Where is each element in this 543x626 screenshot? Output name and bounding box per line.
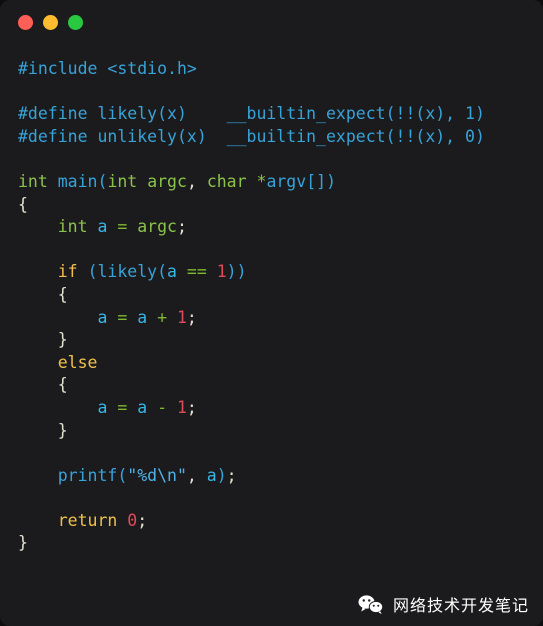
code-editor-area[interactable]: #include <stdio.h> #define likely(x) __b… [0, 44, 543, 555]
code-punct-brackets-argv: [] [306, 171, 327, 191]
code-punct-open-brace-if: { [57, 284, 68, 304]
code-op-minus: - [157, 397, 168, 417]
code-punct-semicolon-add: ; [186, 307, 197, 327]
code-token-fn-main: main [57, 171, 98, 191]
code-token-macro-call-likely: likely [97, 262, 158, 282]
code-token-var-a-rhs-add: a [137, 307, 148, 327]
code-token-type-int-argc: int [107, 171, 138, 191]
code-token-var-a-cond: a [167, 262, 177, 282]
code-punct-close-brace-main: } [18, 533, 28, 553]
code-num-zero-return: 0 [127, 510, 138, 530]
code-op-assign-add: = [117, 307, 128, 327]
code-op-plus: + [157, 307, 168, 327]
code-token-type-char: char [206, 171, 247, 191]
code-punct-open-paren-main: ( [97, 171, 108, 191]
code-token-var-a-lhs-sub: a [97, 397, 108, 417]
code-punct-close-brace-else: } [57, 420, 68, 440]
code-punct-close-paren-if: ) [236, 262, 247, 282]
code-token-param-argv: argv [266, 171, 307, 191]
code-keyword-else: else [57, 352, 98, 372]
code-token-macro-unlikely: unlikely(x) [97, 126, 207, 146]
code-token-include-directive: #include [18, 59, 98, 78]
code-token-include-header: <stdio.h> [107, 59, 197, 78]
code-token-macro-body-likely: __builtin_expect(!!(x), 1) [226, 104, 485, 124]
code-token-var-a-rhs-sub: a [137, 397, 148, 417]
code-punct-open-paren-likely: ( [157, 262, 168, 282]
minimize-button[interactable] [43, 14, 58, 30]
code-keyword-return: return [57, 510, 118, 530]
code-token-var-a-printf: a [206, 465, 217, 485]
code-token-var-a-lhs-add: a [97, 307, 108, 327]
code-punct-open-brace-else: { [57, 375, 68, 395]
close-button[interactable] [18, 14, 33, 30]
code-string-format: "%d\n" [127, 465, 187, 485]
code-window: #include <stdio.h> #define likely(x) __b… [0, 0, 543, 626]
code-op-assign-decl: = [117, 217, 128, 237]
code-punct-close-paren-main: ) [326, 171, 336, 191]
code-token-type-int-main: int [18, 171, 48, 191]
code-punct-open-paren-printf: ( [117, 465, 128, 485]
code-num-one-cond: 1 [216, 262, 227, 282]
source-code-block[interactable]: #include <stdio.h> #define likely(x) __b… [18, 58, 543, 555]
code-op-equality: == [186, 262, 207, 282]
window-titlebar [0, 0, 543, 44]
code-punct-semicolon-decl: ; [177, 217, 187, 237]
code-num-one-add: 1 [176, 307, 187, 327]
code-token-var-a-decl: a [97, 217, 108, 237]
code-punct-comma-params: , [186, 171, 197, 191]
code-token-type-int-a: int [57, 217, 88, 237]
code-punct-close-brace-if: } [57, 330, 68, 350]
watermark: 网络技术开发笔记 [358, 592, 529, 616]
code-punct-open-paren-if: ( [87, 262, 98, 282]
code-punct-open-brace-main: { [18, 194, 28, 214]
code-punct-semicolon-printf: ; [226, 465, 237, 485]
code-token-define-directive-2: #define [18, 126, 88, 146]
code-token-macro-likely: likely(x) [97, 104, 187, 124]
code-punct-semicolon-return: ; [137, 510, 148, 530]
maximize-button[interactable] [68, 14, 83, 30]
code-punct-star-argv: * [256, 171, 267, 191]
watermark-text: 网络技术开发笔记 [392, 596, 529, 615]
code-token-macro-body-unlikely: __builtin_expect(!!(x), 0) [226, 126, 485, 146]
code-punct-semicolon-sub: ; [186, 397, 197, 417]
code-token-define-directive-1: #define [18, 104, 88, 124]
code-punct-close-paren-likely: ) [226, 262, 237, 282]
code-op-assign-sub: = [117, 397, 128, 417]
code-token-param-argc-use: argc [137, 217, 177, 237]
code-punct-comma-printf: , [186, 465, 197, 485]
code-token-fn-printf: printf [57, 465, 118, 485]
wechat-icon [358, 594, 384, 614]
code-punct-close-paren-printf: ) [216, 465, 227, 485]
code-num-one-sub: 1 [176, 397, 187, 417]
code-keyword-if: if [57, 262, 78, 282]
code-token-param-argc-decl: argc [147, 171, 187, 191]
